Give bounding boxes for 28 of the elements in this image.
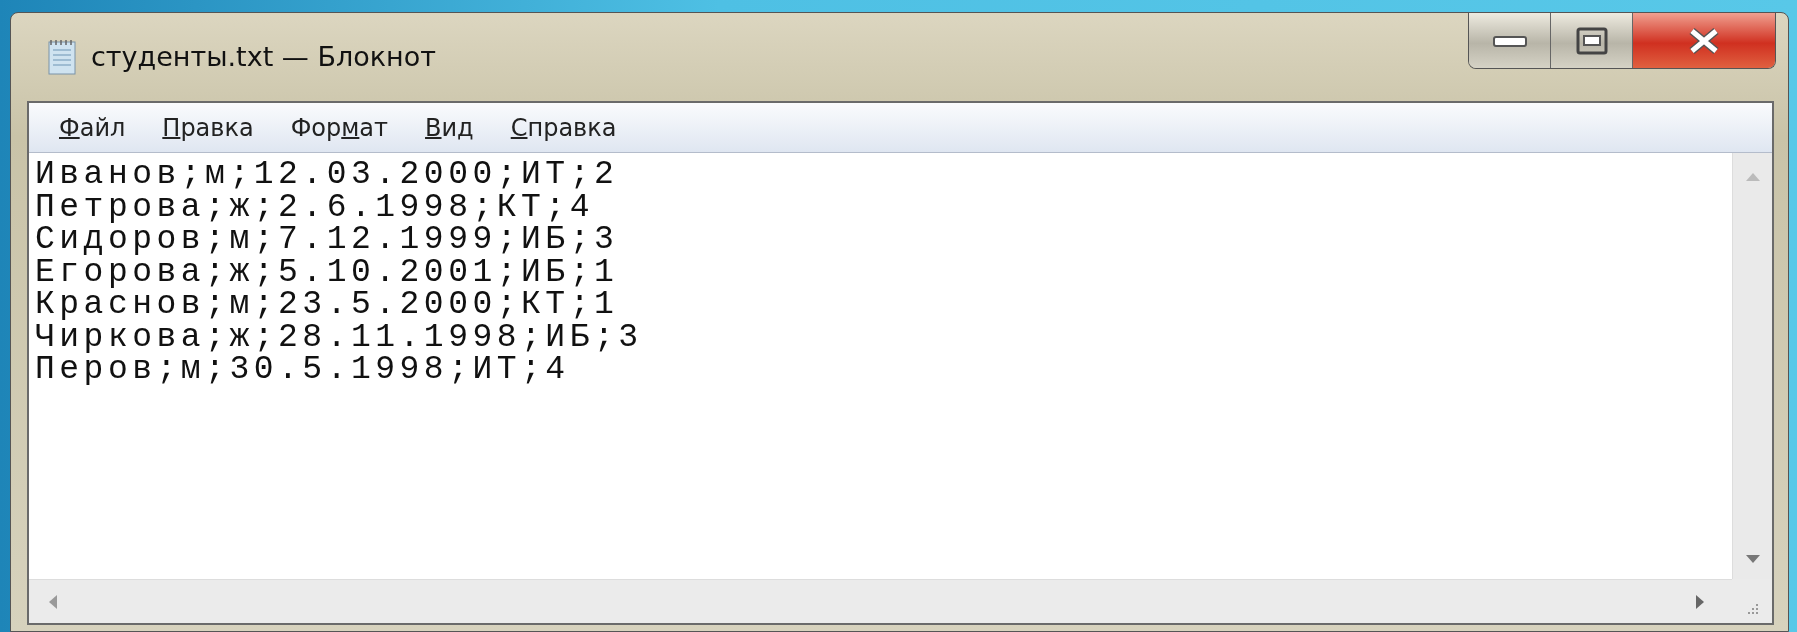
- menu-item[interactable]: Справка: [492, 109, 636, 146]
- scroll-down-arrow-icon: [1745, 555, 1760, 565]
- scroll-left-arrow-icon: [47, 594, 57, 609]
- vertical-scrollbar[interactable]: [1732, 153, 1772, 579]
- scroll-right-arrow-icon: [1696, 594, 1706, 609]
- window-title: студенты.txt — Блокнот: [91, 39, 436, 74]
- scroll-up-arrow-icon: [1745, 171, 1760, 181]
- maximize-icon: [1574, 25, 1609, 56]
- minimize-button[interactable]: [1469, 13, 1551, 68]
- menu-item[interactable]: Правка: [144, 109, 273, 146]
- resize-grip-icon[interactable]: [1745, 601, 1759, 615]
- text-area[interactable]: Иванов;м;12.03.2000;ИТ;2 Петрова;ж;2.6.1998;КТ;4 Сидоров;м;7.12.1999;ИБ;3 Егорова;ж;5.10.2001;ИБ;1 Краснов;м;23.5.2000;КТ;1 Чиркова;ж;28.11.1998;ИБ;3 Перов;м;30.5.1998;ИТ;4: [29, 153, 1732, 579]
- text-line: Чиркова;ж;28.11.1998;ИБ;3: [35, 321, 644, 354]
- text-line: Краснов;м;23.5.2000;КТ;1: [35, 289, 620, 322]
- maximize-button[interactable]: [1551, 13, 1633, 68]
- menu-item[interactable]: Вид: [407, 109, 493, 146]
- notepad-icon: [47, 38, 77, 76]
- text-line: Иванов;м;12.03.2000;ИТ;2: [35, 159, 620, 192]
- text-line: Перов;м;30.5.1998;ИТ;4: [35, 354, 570, 387]
- horizontal-scrollbar[interactable]: [29, 579, 1732, 623]
- minimize-icon: [1491, 33, 1528, 48]
- menu-item[interactable]: Формат: [272, 109, 408, 146]
- text-line: Петрова;ж;2.6.1998;КТ;4: [35, 191, 594, 224]
- close-button[interactable]: [1633, 13, 1775, 68]
- text-line: Сидоров;м;7.12.1999;ИБ;3: [35, 224, 620, 257]
- menu-item[interactable]: Файл: [41, 109, 145, 146]
- text-line: Егорова;ж;5.10.2001;ИБ;1: [35, 256, 620, 289]
- close-icon: [1687, 26, 1721, 55]
